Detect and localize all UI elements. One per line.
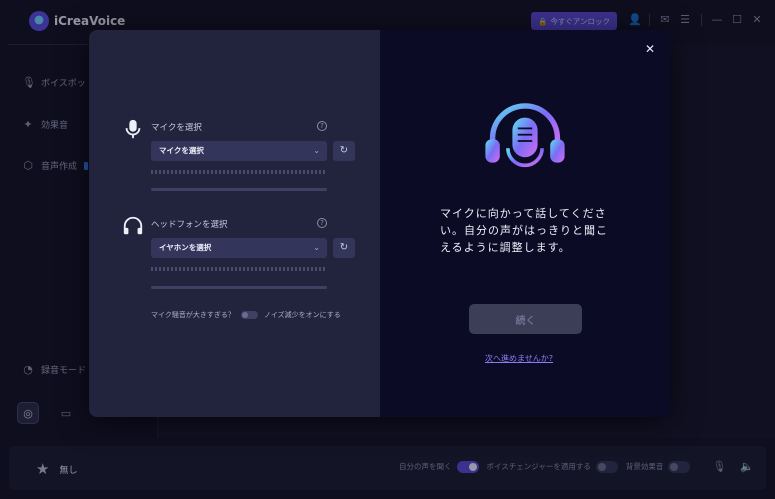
guide-text: マイクに向かって話してください。自分の声がはっきりと聞こえるように調整します。 xyxy=(440,207,608,254)
chevron-down-icon: ⌄ xyxy=(313,243,320,252)
headphone-volume-slider[interactable] xyxy=(151,286,327,289)
help-icon[interactable]: ? xyxy=(317,218,327,228)
noise-reduction-row: マイク騒音が大きすぎる？ ノイズ減少をオンにする xyxy=(151,310,341,320)
headphone-select-value: イヤホンを選択 xyxy=(159,243,212,252)
skip-link[interactable]: 次へ進めませんか? xyxy=(485,353,553,364)
noise-question: マイク騒音が大きすぎる？ xyxy=(151,311,235,319)
headphone-refresh-button[interactable]: ↻ xyxy=(333,238,355,258)
headphone-icon xyxy=(123,216,143,235)
device-setup-dialog: マイクを選択 ? マイクを選択 ⌄ ↻ ヘッドフォンを選択 ? イヤホンを選択 … xyxy=(89,30,671,417)
mic-select-value: マイクを選択 xyxy=(159,146,204,155)
mic-level-meter xyxy=(151,170,327,174)
mic-refresh-button[interactable]: ↻ xyxy=(333,141,355,161)
headphone-level-meter xyxy=(151,267,327,271)
mic-section-label: マイクを選択 xyxy=(151,123,202,133)
noise-toggle-label: ノイズ減少をオンにする xyxy=(263,311,341,319)
help-icon[interactable]: ? xyxy=(317,121,327,131)
headphone-select[interactable]: イヤホンを選択 ⌄ xyxy=(151,238,327,258)
continue-button[interactable]: 続く xyxy=(469,304,582,334)
mic-select[interactable]: マイクを選択 ⌄ xyxy=(151,141,327,161)
headphone-section-label: ヘッドフォンを選択 xyxy=(151,220,228,230)
mic-volume-slider[interactable] xyxy=(151,188,327,191)
microphone-icon xyxy=(125,119,141,139)
noise-reduction-toggle[interactable] xyxy=(240,311,258,319)
close-icon[interactable]: ✕ xyxy=(645,42,655,56)
guide-panel: ✕ マイクに向かって話してください。自分の声がはっきりと聞こえるように調整します… xyxy=(380,30,671,417)
chevron-down-icon: ⌄ xyxy=(313,146,320,155)
headset-mic-illustration-icon xyxy=(485,103,565,178)
device-settings-panel: マイクを選択 ? マイクを選択 ⌄ ↻ ヘッドフォンを選択 ? イヤホンを選択 … xyxy=(89,30,380,417)
